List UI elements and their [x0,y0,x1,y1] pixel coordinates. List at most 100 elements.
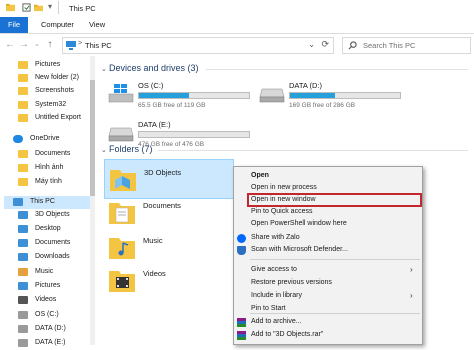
folder-icon [18,101,28,109]
drive-usage-bar [138,131,250,138]
address-dropdown-icon[interactable]: ⌄ [308,40,315,49]
tab-view[interactable]: View [89,17,105,33]
context-menu-item[interactable]: Restore previous versions [234,278,422,289]
music-icon [18,268,28,276]
collapse-chevron-icon[interactable]: ⌄ [101,146,109,154]
nav-scrollbar[interactable] [90,56,95,345]
nav-item[interactable]: Pictures [4,59,94,72]
context-menu-label: Pin to Start [251,305,286,312]
context-menu-item[interactable]: Open [234,171,422,182]
menu-separator [250,313,420,314]
drive-c[interactable]: OS (C:) 65.5 GB free of 119 GB [108,81,258,115]
search-box[interactable]: Search This PC [342,37,471,54]
folders-group-header[interactable]: ⌄ Folders (7) [101,144,153,154]
folder-label: Documents [143,201,181,210]
breadcrumb-this-pc[interactable]: This PC [85,41,112,50]
refresh-icon[interactable]: ⟳ [321,39,329,50]
nav-item[interactable]: OS (C:) [4,309,94,322]
folder-videos[interactable]: Videos [104,261,234,301]
3d-objects-folder-icon [110,170,136,191]
folder-label: Videos [143,269,166,278]
pictures-folder-icon [18,61,28,69]
nav-item[interactable]: Documents [4,148,94,161]
drive-name: DATA (D:) [289,81,323,90]
nav-item[interactable]: Screenshots [4,85,94,98]
forward-arrow-icon[interactable]: → [18,39,30,51]
collapse-chevron-icon[interactable]: ⌄ [101,65,109,73]
nav-item-label: Downloads [35,253,70,260]
drive-icon [18,325,28,333]
navigation-bar: ← → ⌄ ↑ > This PC ⌄ ⟳ Search This PC [0,34,474,56]
nav-item[interactable]: OneDrive [4,133,94,146]
drive-usage-bar [289,92,401,99]
drive-usage-fill [139,93,189,98]
nav-item-label: Screenshots [35,87,74,94]
nav-item-label: Máy tính [35,178,62,185]
context-menu-label: Add to "3D Objects.rar" [251,331,324,338]
nav-item[interactable]: Pictures [4,280,94,293]
drive-free-space: 65.5 GB free of 119 GB [138,102,206,109]
drive-icon [18,339,28,347]
navigation-pane: Pictures New folder (2) Screenshots System3… [0,56,96,347]
nav-item-label: Pictures [35,282,61,289]
recent-locations-icon[interactable]: ⌄ [31,39,43,51]
nav-item[interactable]: Desktop [4,223,94,236]
search-input[interactable]: Search This PC [363,41,415,50]
qat-dropdown-icon[interactable]: ▾ [48,2,52,11]
nav-item-label: OS (C:) [35,311,59,318]
tab-file[interactable]: File [0,17,28,33]
context-menu-item[interactable]: Give access to › [234,265,422,276]
devices-group-header[interactable]: ⌄ Devices and drives (3) [101,63,199,73]
up-arrow-icon[interactable]: ↑ [44,39,56,51]
drive-d[interactable]: DATA (D:) 169 GB free of 286 GB [259,81,409,115]
nav-item[interactable]: Máy tính [4,176,94,189]
nav-item-label: Pictures [35,61,61,68]
nav-item[interactable]: Videos [4,294,94,307]
nav-item[interactable]: Untitled Export [4,112,94,125]
address-bar[interactable]: > This PC ⌄ ⟳ [62,37,334,54]
folder-icon [18,87,28,95]
nav-item-label: Hình ảnh [35,164,64,171]
context-menu-item[interactable]: Share with Zalo [234,233,422,244]
nav-item[interactable]: Downloads [4,251,94,264]
tab-computer[interactable]: Computer [41,17,74,33]
folder-documents[interactable]: Documents [104,193,234,233]
nav-item[interactable]: DATA (E:) [4,337,94,350]
nav-item-label: Untitled Export [35,114,81,121]
this-pc-icon [66,41,76,50]
folder-icon [18,150,28,158]
nav-item[interactable]: System32 [4,99,94,112]
new-folder-icon[interactable] [34,3,43,12]
context-menu-item[interactable]: Add to "3D Objects.rar" [234,330,422,341]
nav-scrollbar-thumb[interactable] [90,80,95,196]
breadcrumb-separator: > [78,40,83,47]
context-menu-item[interactable]: Open in new window [234,195,422,206]
context-menu-label: Restore previous versions [251,279,332,286]
context-menu-item[interactable]: Scan with Microsoft Defender... [234,245,422,256]
properties-icon[interactable] [22,3,31,12]
folder-icon [18,114,28,122]
nav-item[interactable]: DATA (D:) [4,323,94,336]
context-menu-item[interactable]: Open in new process [234,183,422,194]
nav-item[interactable]: 3D Objects [4,209,94,222]
nav-item[interactable]: Music [4,266,94,279]
nav-item[interactable]: New folder (2) [4,72,94,85]
folder-label: Music [143,236,163,245]
search-icon [348,41,357,50]
context-menu-item[interactable]: Open PowerShell window here [234,219,422,230]
context-menu-item[interactable]: Add to archive... [234,317,422,328]
context-menu-item[interactable]: Include in library › [234,291,422,302]
nav-item[interactable]: Hình ảnh [4,162,94,175]
context-menu-label: Give access to [251,266,297,273]
context-menu-label: Pin to Quick access [251,208,313,215]
drive-usage-bar [138,92,250,99]
nav-item[interactable]: This PC [4,196,94,209]
ribbon: File Computer View [0,17,474,34]
back-arrow-icon[interactable]: ← [4,39,16,51]
desktop-icon [18,225,28,233]
nav-item[interactable]: Documents [4,237,94,250]
folder-label: 3D Objects [144,168,182,177]
nav-item-label: New folder (2) [35,74,79,81]
context-menu-item[interactable]: Pin to Quick access [234,207,422,218]
hard-drive-icon [259,88,285,103]
